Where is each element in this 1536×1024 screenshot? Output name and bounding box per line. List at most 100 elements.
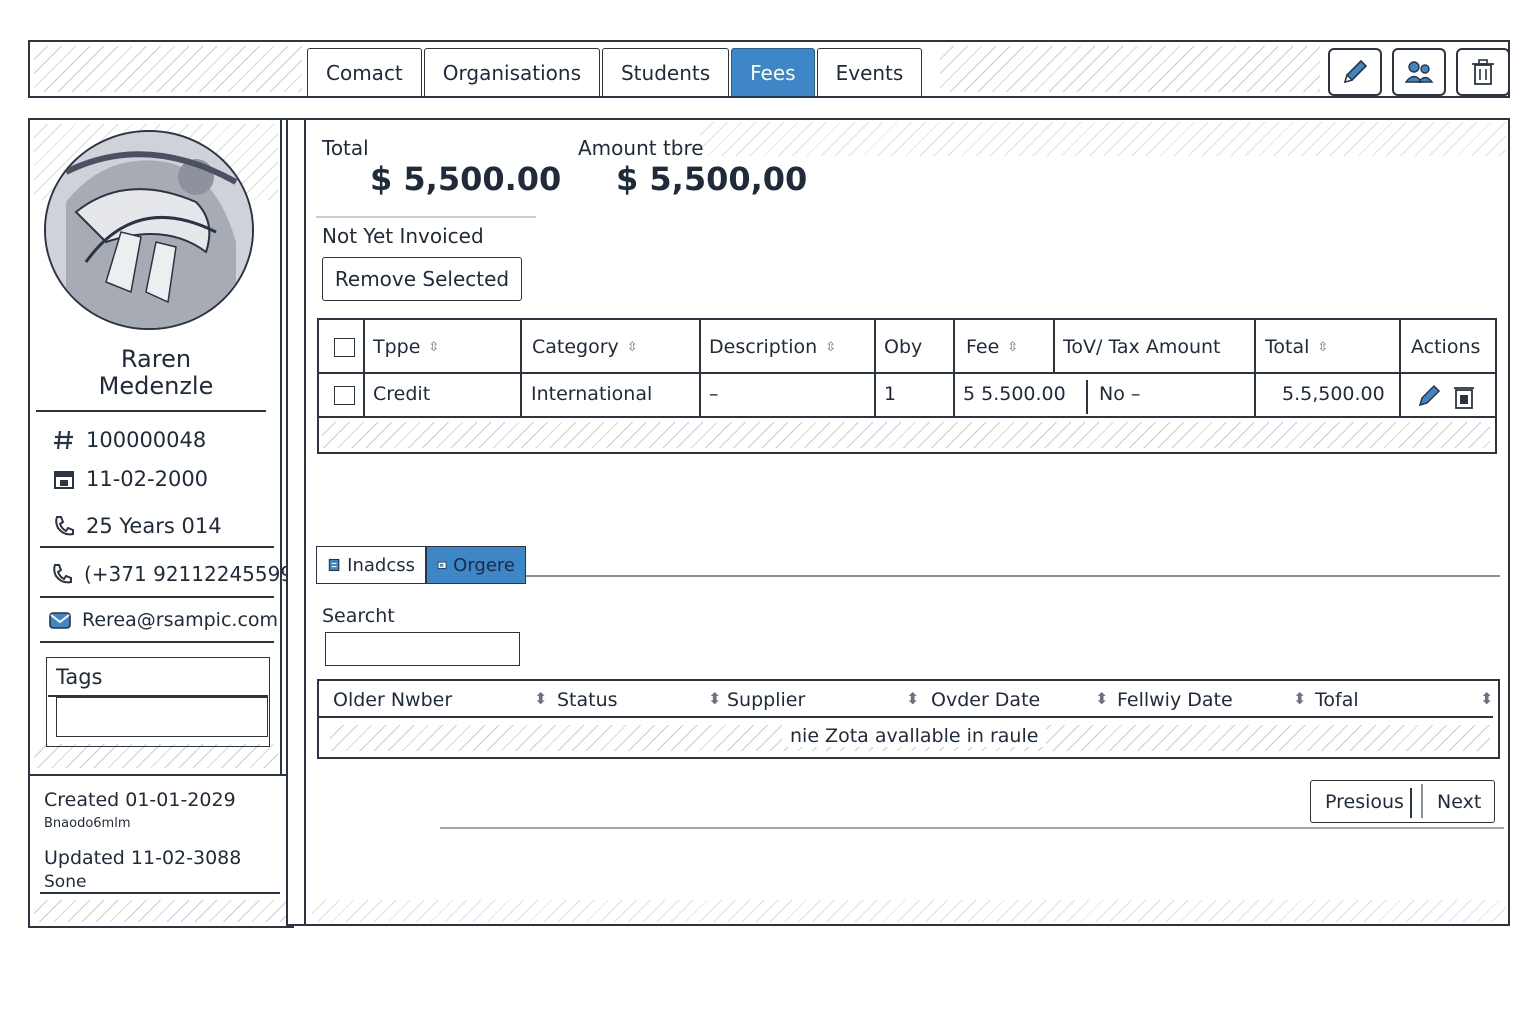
- divider: [304, 118, 306, 926]
- sort-icon[interactable]: ⬍: [1293, 689, 1306, 708]
- total-value: $ 5,500.00: [370, 160, 562, 198]
- divider: [36, 410, 266, 412]
- edit-button[interactable]: [1328, 48, 1382, 96]
- remove-selected-button[interactable]: Remove Selected: [322, 257, 522, 301]
- tab-organisations[interactable]: Organisations: [423, 48, 600, 96]
- trash-icon: [1472, 59, 1494, 85]
- tab-contact[interactable]: Comact: [307, 48, 422, 96]
- column-divider: [1086, 380, 1088, 414]
- decorative-hatch: [322, 422, 1490, 448]
- cell-category: International: [531, 383, 653, 405]
- search-input[interactable]: [325, 632, 520, 666]
- cell-type: Credit: [373, 383, 431, 405]
- total-label: Total: [322, 136, 369, 160]
- created-by: Bnaodo6mlm: [44, 816, 131, 831]
- amount-due-value: $ 5,500,00: [616, 160, 808, 198]
- profile-dob-row: 11-02-2000: [52, 467, 208, 491]
- cell-tax: No –: [1099, 383, 1141, 405]
- updated-by: Sone: [44, 872, 87, 892]
- column-header-total[interactable]: Total ⇳: [1265, 336, 1328, 358]
- column-divider: [363, 320, 365, 416]
- profile-id: 100000048: [86, 428, 207, 452]
- avatar-image: [46, 132, 252, 328]
- profile-age: 25 Years 014: [86, 514, 222, 538]
- column-header-label: Description: [709, 336, 818, 358]
- previous-button[interactable]: Presious: [1325, 791, 1404, 813]
- divider: [526, 575, 1500, 577]
- profile-name: Raren Medenzle: [56, 346, 256, 400]
- tags-label: Tags: [56, 665, 103, 689]
- decorative-hatch: [940, 46, 1320, 92]
- column-header-category[interactable]: Category ⇳: [532, 336, 638, 358]
- divider: [440, 827, 1504, 829]
- sort-icon[interactable]: ⬍: [1480, 689, 1493, 708]
- delete-row-icon[interactable]: [1452, 382, 1476, 410]
- amount-due-label: Amount tbre: [578, 136, 704, 160]
- tab-fees[interactable]: Fees: [731, 48, 815, 96]
- row-checkbox[interactable]: [334, 386, 355, 405]
- sort-icon: ⇳: [626, 339, 638, 355]
- subtab-orders[interactable]: Orgere: [426, 546, 526, 584]
- decorative-hatch: [34, 46, 302, 92]
- updated-date: Updated 11-02-3088: [44, 847, 242, 869]
- divider: [40, 546, 274, 548]
- delete-button[interactable]: [1456, 48, 1510, 96]
- column-header-order-date[interactable]: Ovder Date: [931, 689, 1040, 711]
- subtab-label: Inadcss: [347, 554, 415, 576]
- sort-icon[interactable]: ⬍: [906, 689, 919, 708]
- profile-dob: 11-02-2000: [86, 467, 209, 491]
- sort-icon[interactable]: ⬍: [534, 689, 547, 708]
- tab-students[interactable]: Students: [601, 48, 730, 96]
- cell-fee: 5 5.500.00: [963, 383, 1066, 405]
- column-header-qty[interactable]: Oby: [884, 336, 922, 358]
- decorative-hatch: [34, 900, 286, 922]
- next-button[interactable]: Next: [1437, 791, 1481, 813]
- pencil-icon: [1343, 59, 1368, 84]
- invoice-status: Not Yet Invoiced: [322, 224, 484, 248]
- sort-icon[interactable]: ⬍: [708, 689, 721, 708]
- cell-description: –: [709, 383, 719, 405]
- column-header-status[interactable]: Status: [557, 689, 618, 711]
- divider: [40, 596, 274, 598]
- profile-age-row: 25 Years 014: [52, 514, 222, 538]
- sort-icon: ⇳: [1007, 339, 1019, 355]
- divider: [40, 892, 280, 894]
- column-divider: [874, 320, 876, 416]
- column-header-type[interactable]: Tppe ⇳: [373, 336, 439, 358]
- sort-icon[interactable]: ⬍: [1095, 689, 1108, 708]
- edit-row-icon[interactable]: [1416, 382, 1444, 408]
- divider: [1410, 788, 1412, 818]
- column-header-fee[interactable]: Fee ⇳: [966, 336, 1018, 358]
- subtab-label: Orgere: [453, 554, 515, 576]
- users-button[interactable]: [1392, 48, 1446, 96]
- column-header-label: Total: [1265, 336, 1310, 358]
- column-header-total[interactable]: Tofal: [1315, 689, 1359, 711]
- column-header-supplier[interactable]: Supplier: [727, 689, 805, 711]
- column-header-label: Category: [532, 336, 619, 358]
- empty-table-message: nie Zota avallable in raule: [782, 725, 1047, 747]
- column-divider: [1254, 320, 1256, 416]
- select-all-checkbox[interactable]: [334, 338, 355, 357]
- profile-phone-row: (+371 921122455999: [50, 562, 306, 586]
- cell-total: 5.5,500.00: [1282, 383, 1385, 405]
- phone-icon: [53, 564, 72, 584]
- created-date: Created 01-01-2029: [44, 789, 236, 811]
- tags-input[interactable]: [56, 697, 268, 737]
- column-header-description[interactable]: Description ⇳: [709, 336, 836, 358]
- divider: [40, 641, 274, 643]
- column-header-order-number[interactable]: Older Nwber: [333, 689, 452, 711]
- column-header-tax[interactable]: ToV/ Tax Amount: [1063, 336, 1221, 358]
- column-header-label: Tppe: [373, 336, 421, 358]
- subtab-invoices[interactable]: Inadcss: [316, 546, 426, 584]
- profile-phone[interactable]: (+371 921122455999: [84, 562, 306, 586]
- divider: [280, 118, 282, 774]
- orders-icon: [437, 561, 447, 569]
- column-header-delivery-date[interactable]: Fellwiy Date: [1117, 689, 1233, 711]
- email-icon: [49, 612, 71, 629]
- tab-events[interactable]: Events: [816, 48, 923, 96]
- profile-email[interactable]: Rerea@rsampic.com: [82, 609, 278, 631]
- phone-icon: [55, 516, 74, 536]
- column-divider: [953, 320, 955, 416]
- table-header-divider: [317, 372, 1497, 374]
- decorative-hatch: [312, 900, 1506, 922]
